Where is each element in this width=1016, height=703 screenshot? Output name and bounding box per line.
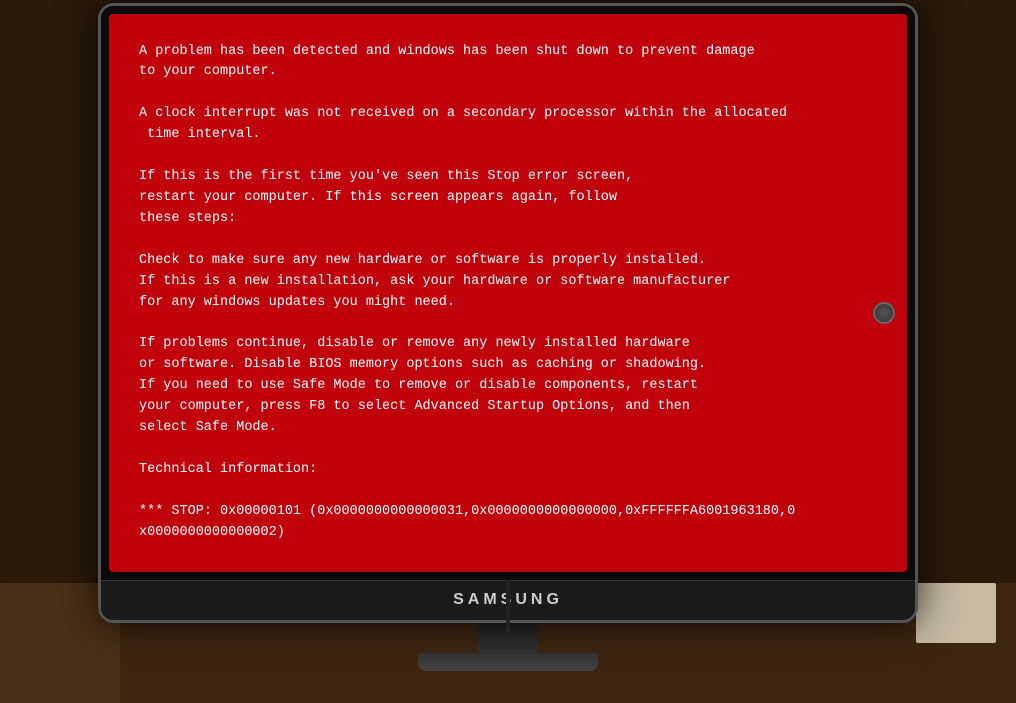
monitor: A problem has been detected and windows …: [98, 3, 918, 623]
monitor-bezel: A problem has been detected and windows …: [101, 6, 915, 580]
bsod-text: A problem has been detected and windows …: [139, 42, 877, 544]
monitor-cable: [506, 580, 510, 640]
monitor-stand-base: [418, 653, 598, 671]
power-button[interactable]: [873, 302, 895, 324]
desk-item-right: [916, 583, 996, 643]
bsod-screen: A problem has been detected and windows …: [109, 14, 907, 572]
